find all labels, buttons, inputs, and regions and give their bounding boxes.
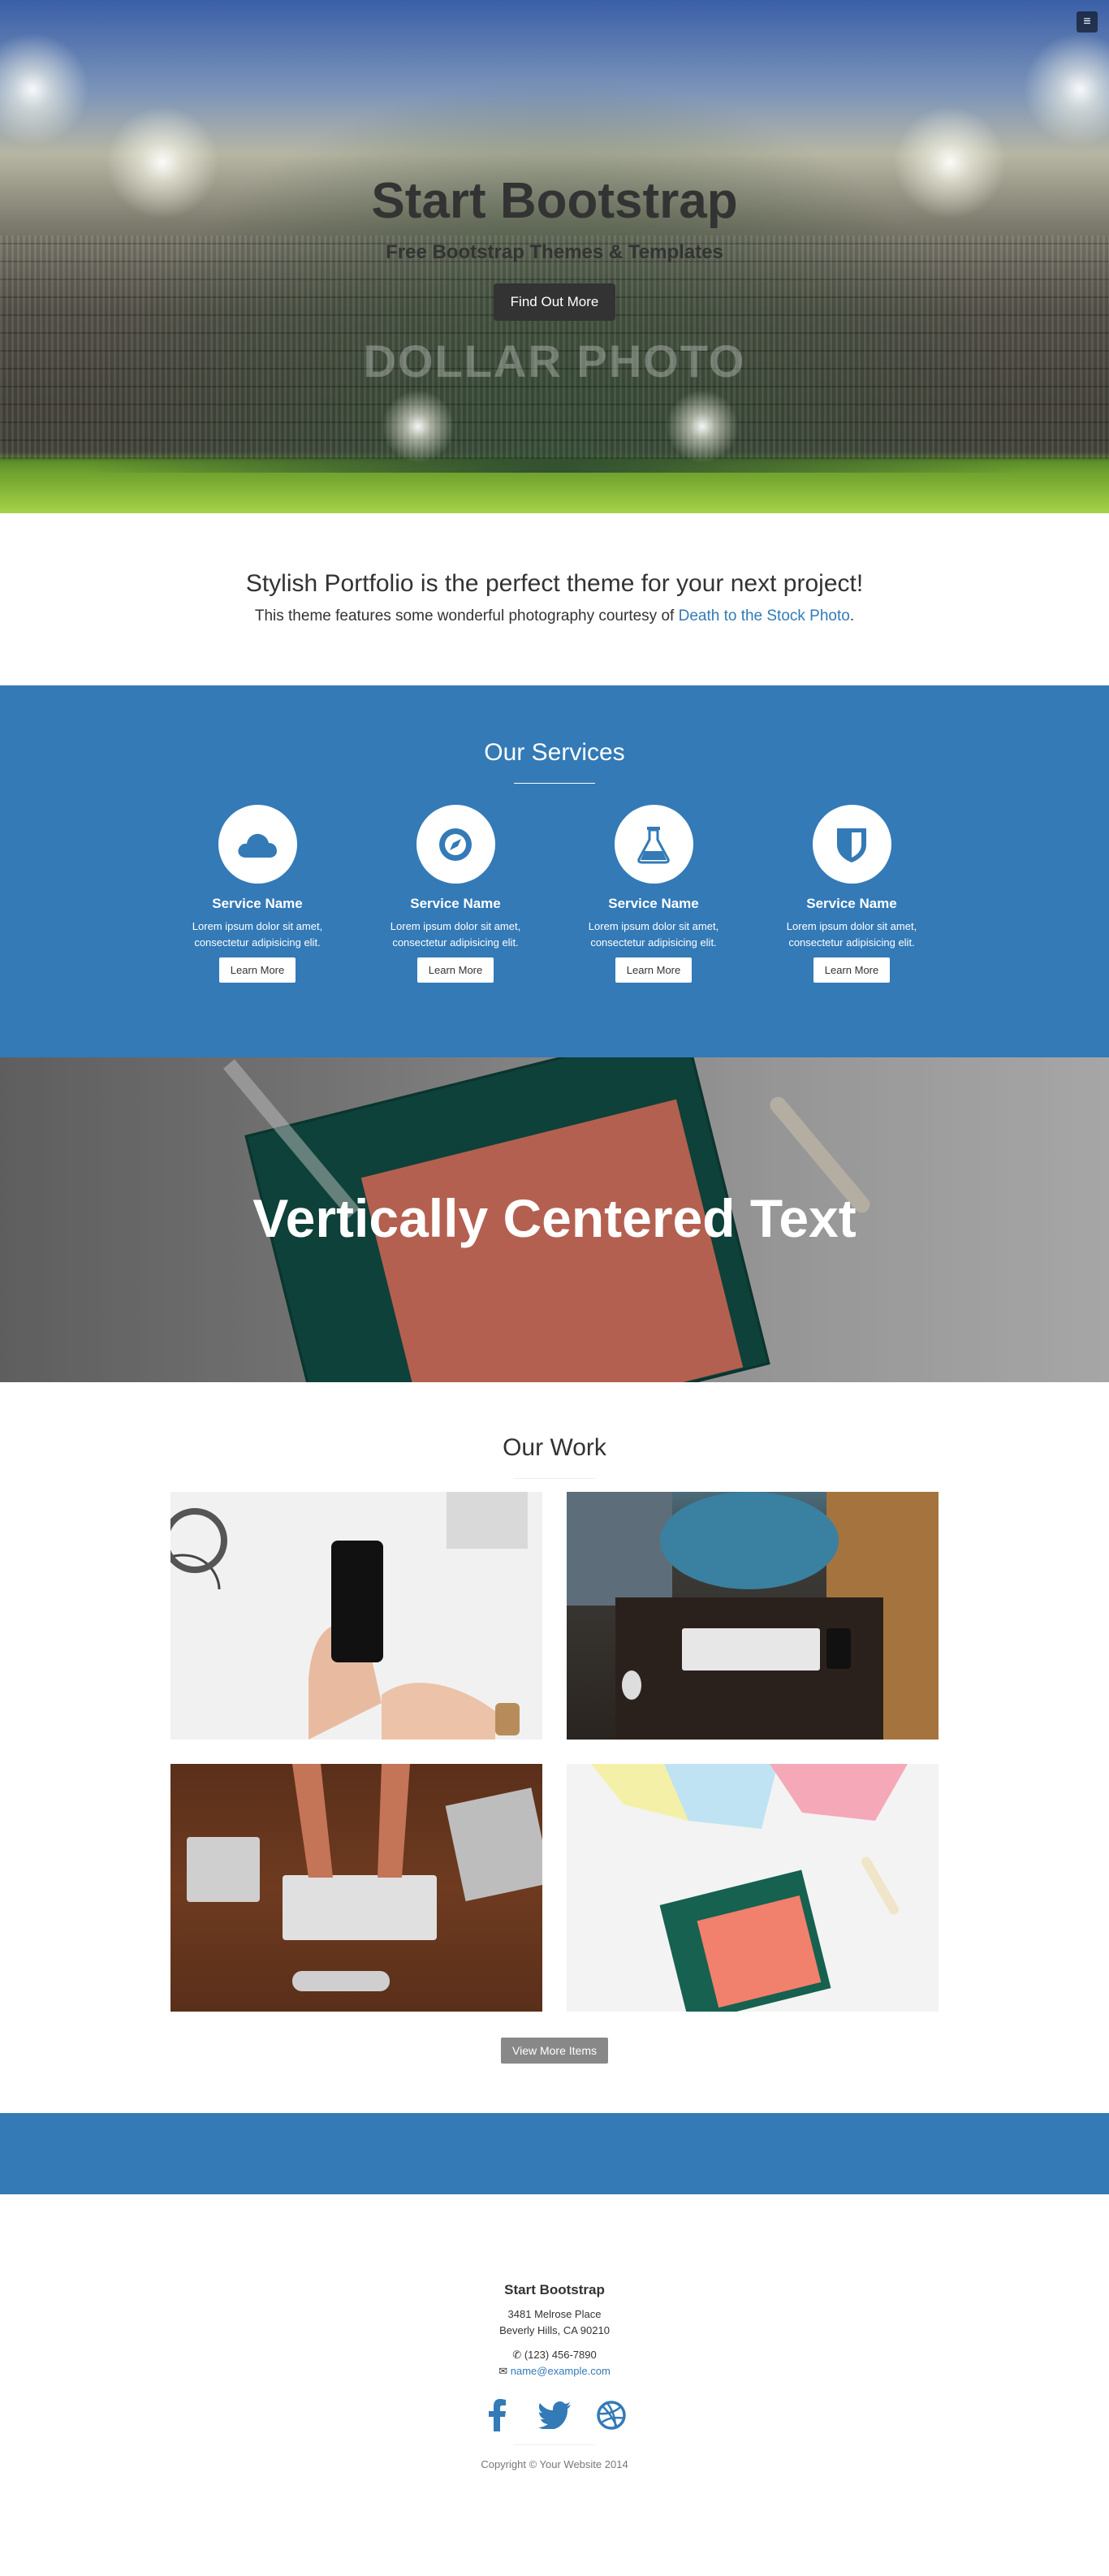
portfolio-item-typing-hands[interactable] — [170, 1764, 542, 2012]
services-row: Service Name Lorem ipsum dolor sit amet,… — [158, 805, 951, 983]
footer: Start Bootstrap 3481 Melrose Place Bever… — [0, 2194, 1109, 2576]
service-description: Lorem ipsum dolor sit amet, consectetur … — [554, 918, 753, 951]
service-description: Lorem ipsum dolor sit amet, consectetur … — [158, 918, 356, 951]
service-desc-line1: Lorem ipsum dolor sit amet, — [786, 920, 917, 932]
footer-address: 3481 Melrose Place Beverly Hills, CA 902… — [0, 2306, 1109, 2339]
learn-more-button[interactable]: Learn More — [615, 957, 693, 983]
service-desc-line1: Lorem ipsum dolor sit amet, — [588, 920, 719, 932]
callout-section: Vertically Centered Text — [0, 1057, 1109, 1382]
about-text: This theme features some wonderful photo… — [0, 607, 1109, 625]
learn-more-button[interactable]: Learn More — [218, 957, 296, 983]
shield-icon — [837, 828, 866, 862]
service-item: Service Name Lorem ipsum dolor sit amet,… — [554, 805, 753, 983]
learn-more-button[interactable]: Learn More — [416, 957, 494, 983]
pitch-grass — [0, 473, 1109, 513]
footer-divider — [514, 2444, 595, 2445]
footer-title: Start Bootstrap — [504, 2282, 605, 2297]
callout-heading: Vertically Centered Text — [252, 1188, 857, 1248]
watermark-text: DOLLAR PHOTO — [363, 335, 746, 387]
dribbble-icon[interactable] — [593, 2397, 629, 2433]
cloud-icon — [238, 833, 277, 858]
service-item: Service Name Lorem ipsum dolor sit amet,… — [356, 805, 554, 983]
service-name: Service Name — [212, 896, 303, 911]
hero-section: DOLLAR PHOTO ≡ Start Bootstrap Free Boot… — [0, 0, 1109, 513]
portfolio-heading: Our Work — [503, 1434, 606, 1461]
footer-contact: ✆ (123) 456-7890 ✉ name@example.com — [0, 2347, 1109, 2379]
menu-toggle-button[interactable]: ≡ — [1077, 11, 1098, 32]
service-name: Service Name — [410, 896, 501, 911]
service-description: Lorem ipsum dolor sit amet, consectetur … — [753, 918, 951, 951]
stock-photo-link[interactable]: Death to the Stock Photo — [679, 607, 850, 625]
find-out-more-button[interactable]: Find Out More — [493, 283, 616, 321]
services-section: Our Services Service Name Lorem ipsum do… — [0, 685, 1109, 1057]
service-name: Service Name — [608, 896, 699, 911]
envelope-icon: ✉ — [498, 2365, 508, 2377]
twitter-icon[interactable] — [537, 2397, 572, 2433]
portfolio-grid — [170, 1492, 939, 2012]
service-desc-line1: Lorem ipsum dolor sit amet, — [192, 920, 323, 932]
service-desc-line2: consectetur adipisicing elit. — [194, 936, 321, 949]
service-icon-circle — [812, 805, 891, 884]
service-description: Lorem ipsum dolor sit amet, consectetur … — [356, 918, 554, 951]
service-icon-circle — [218, 805, 297, 884]
service-icon-circle — [416, 805, 495, 884]
service-desc-line2: consectetur adipisicing elit. — [392, 936, 519, 949]
typing-hands-photo — [187, 1764, 542, 1991]
about-text-suffix: . — [849, 607, 855, 625]
about-section: Stylish Portfolio is the perfect theme f… — [0, 513, 1109, 685]
phone-number: (123) 456-7890 — [524, 2349, 597, 2361]
address-line-1: 3481 Melrose Place — [507, 2308, 602, 2320]
phone-icon: ✆ — [512, 2349, 522, 2361]
drawing-paper-photo — [591, 1764, 908, 2012]
copyright-text: Copyright © Your Website 2014 — [481, 2458, 628, 2470]
keyboard-desk-photo — [567, 1492, 939, 1740]
service-desc-line1: Lorem ipsum dolor sit amet, — [390, 920, 521, 932]
address-line-2: Beverly Hills, CA 90210 — [499, 2324, 610, 2336]
flask-icon — [637, 826, 670, 863]
service-desc-line2: consectetur adipisicing elit. — [788, 936, 915, 949]
about-heading: Stylish Portfolio is the perfect theme f… — [245, 570, 864, 597]
portfolio-item-keyboard-desk[interactable] — [567, 1492, 939, 1740]
portfolio-section: Our Work View More Items — [0, 1382, 1109, 2113]
service-desc-line2: consectetur adipisicing elit. — [590, 936, 717, 949]
view-more-items-button[interactable]: View More Items — [501, 2038, 608, 2064]
hero-subtitle: Free Bootstrap Themes & Templates — [386, 241, 723, 263]
email-link[interactable]: name@example.com — [511, 2365, 611, 2377]
service-icon-circle — [614, 805, 693, 884]
service-name: Service Name — [806, 896, 897, 911]
hero-title: Start Bootstrap — [371, 173, 738, 229]
service-item: Service Name Lorem ipsum dolor sit amet,… — [753, 805, 951, 983]
portfolio-item-drawing-paper[interactable] — [567, 1764, 939, 2012]
menu-icon: ≡ — [1083, 15, 1091, 28]
portfolio-item-phone-hands[interactable] — [170, 1492, 542, 1740]
about-text-prefix: This theme features some wonderful photo… — [254, 607, 679, 625]
services-heading: Our Services — [484, 739, 625, 766]
phone-hands-photo — [170, 1492, 528, 1740]
compass-icon — [439, 828, 472, 861]
learn-more-button[interactable]: Learn More — [813, 957, 891, 983]
facebook-icon[interactable] — [480, 2397, 516, 2433]
social-links — [0, 2397, 1109, 2433]
portfolio-divider — [514, 1478, 595, 1479]
services-divider — [514, 783, 595, 784]
hero-content: Start Bootstrap Free Bootstrap Themes & … — [0, 172, 1109, 321]
service-item: Service Name Lorem ipsum dolor sit amet,… — [158, 805, 356, 983]
map-band — [0, 2113, 1109, 2194]
